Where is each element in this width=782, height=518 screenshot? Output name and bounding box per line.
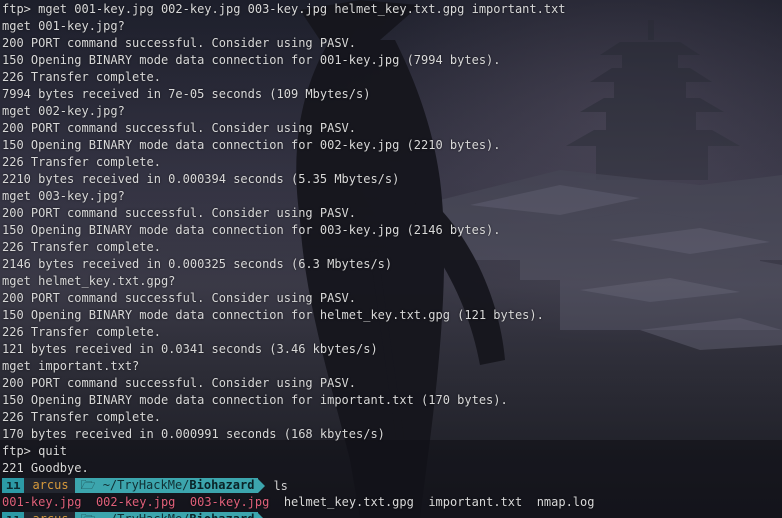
output-line: 150 Opening BINARY mode data connection … (2, 138, 501, 152)
output-line: 226 Transfer complete. (2, 410, 161, 424)
output-line: 200 PORT command successful. Consider us… (2, 121, 357, 135)
output-line: mget 002-key.jpg? (2, 104, 125, 118)
prompt-user: arcus (24, 512, 75, 518)
output-line: 221 Goodbye. (2, 461, 89, 475)
path-current: Biohazard (189, 478, 255, 492)
output-line: 121 bytes received in 0.0341 seconds (3.… (2, 342, 378, 356)
output-line: 226 Transfer complete. (2, 240, 161, 254)
prompt-path: 🗁 ~/TryHackMe/Biohazard (74, 478, 259, 493)
file-name: 001-key.jpg (2, 495, 82, 509)
path-prefix: ~/TryHackMe/ (103, 512, 190, 518)
prompt-user: arcus (24, 478, 75, 493)
output-line: mget 003-key.jpg? (2, 189, 125, 203)
shell-prompt-next[interactable]: ıı arcus 🗁 ~/TryHackMe/Biohazard (2, 511, 594, 518)
output-line: 7994 bytes received in 7e-05 seconds (10… (2, 87, 371, 101)
output-line: 226 Transfer complete. (2, 155, 161, 169)
output-line: 2146 bytes received in 0.000325 seconds … (2, 257, 393, 271)
shell-prompt: ıı arcus 🗁 ~/TryHackMe/Biohazard ls (2, 477, 594, 494)
file-name: helmet_key.txt.gpg (283, 495, 414, 509)
terminal-output: ftp> mget 001-key.jpg 002-key.jpg 003-ke… (2, 1, 594, 518)
folder-icon: 🗁 (81, 512, 96, 518)
prompt-arrow-icon (258, 478, 266, 493)
terminal-window[interactable]: ftp> mget 001-key.jpg 002-key.jpg 003-ke… (0, 0, 782, 518)
prompt-arrow-icon (258, 512, 266, 518)
file-name: 002-key.jpg (95, 495, 176, 509)
output-line: 200 PORT command successful. Consider us… (2, 291, 357, 305)
os-icon: ıı (2, 478, 25, 493)
output-line: 2210 bytes received in 0.000394 seconds … (2, 172, 400, 186)
folder-icon: 🗁 (80, 478, 96, 492)
output-line: mget 001-key.jpg? (2, 19, 125, 33)
output-line: 170 bytes received in 0.000991 seconds (… (2, 427, 385, 441)
command-text: ls (273, 478, 288, 493)
file-name: important.txt (428, 495, 523, 509)
path-current: Biohazard (189, 512, 254, 518)
output-line: mget important.txt? (2, 359, 140, 373)
os-icon: ıı (2, 512, 25, 518)
output-line: ftp> mget 001-key.jpg 002-key.jpg 003-ke… (2, 2, 566, 16)
output-line: 150 Opening BINARY mode data connection … (2, 53, 501, 67)
output-line: 150 Opening BINARY mode data connection … (2, 393, 508, 407)
output-line: 150 Opening BINARY mode data connection … (2, 308, 544, 322)
file-name: nmap.log (536, 495, 595, 509)
ls-output: 001-key.jpg 002-key.jpg 003-key.jpg helm… (2, 494, 594, 511)
path-prefix: ~/TryHackMe/ (102, 478, 190, 492)
output-line: 150 Opening BINARY mode data connection … (2, 223, 501, 237)
output-line: 200 PORT command successful. Consider us… (2, 36, 357, 50)
output-line: 226 Transfer complete. (2, 70, 161, 84)
output-line: mget helmet_key.txt.gpg? (2, 274, 176, 288)
file-name: 003-key.jpg (189, 495, 270, 509)
output-line: ftp> quit (2, 444, 68, 458)
output-line: 200 PORT command successful. Consider us… (2, 376, 357, 390)
output-line: 226 Transfer complete. (2, 325, 161, 339)
prompt-path: 🗁 ~/TryHackMe/Biohazard (74, 512, 259, 518)
output-line: 200 PORT command successful. Consider us… (2, 206, 357, 220)
